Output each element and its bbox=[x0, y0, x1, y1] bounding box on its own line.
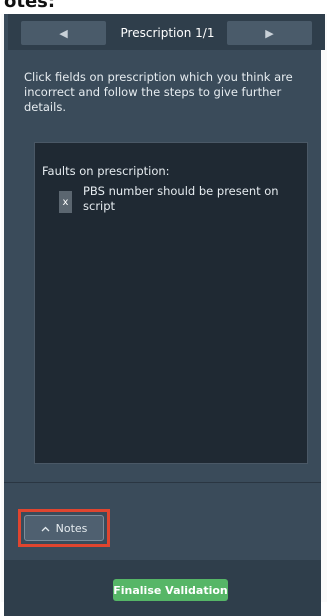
header-fragment: otes: bbox=[0, 0, 327, 14]
prescription-nav: ◀ Prescription 1/1 ▶ bbox=[8, 14, 325, 50]
header-fragment-text: otes: bbox=[4, 0, 56, 12]
notes-button[interactable]: Notes bbox=[24, 515, 104, 541]
instructions-text: Click fields on prescription which you t… bbox=[24, 70, 293, 114]
finalise-validation-button[interactable]: Finalise Validation bbox=[113, 579, 228, 601]
notes-label: Notes bbox=[55, 521, 88, 535]
validation-panel: ◀ Prescription 1/1 ▶ Click fields on pre… bbox=[4, 14, 325, 616]
remove-fault-button[interactable]: x bbox=[59, 191, 72, 213]
faults-title: Faults on prescription: bbox=[42, 164, 170, 178]
prescription-counter: Prescription 1/1 bbox=[120, 26, 215, 40]
fault-text: PBS number should be present on script bbox=[83, 184, 279, 213]
divider bbox=[4, 482, 321, 483]
triangle-right-icon: ▶ bbox=[265, 26, 274, 40]
chevron-up-icon bbox=[41, 522, 50, 535]
next-prescription-button[interactable]: ▶ bbox=[227, 21, 312, 45]
faults-box: Faults on prescription: x PBS number sho… bbox=[34, 142, 308, 464]
triangle-left-icon: ◀ bbox=[59, 26, 68, 40]
previous-prescription-button[interactable]: ◀ bbox=[21, 21, 106, 45]
